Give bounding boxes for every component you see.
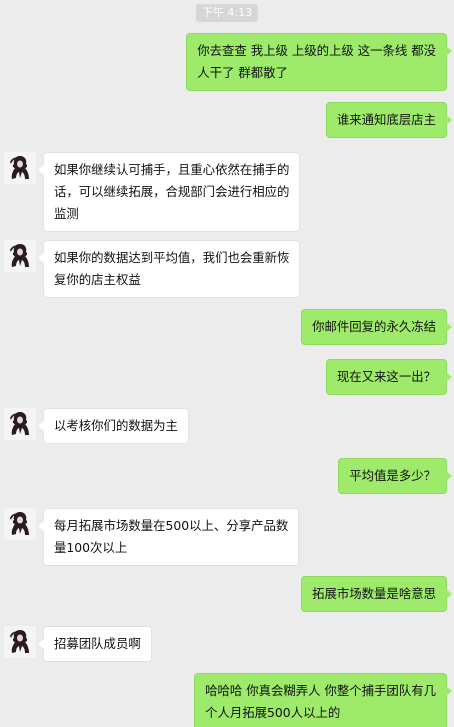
message-bubble[interactable]: 如果你继续认可捕手，且重心依然在捕手的 话，可以继续拓展，合规部门会进行相应的 监测 bbox=[37, 152, 301, 232]
message-text-line: 每月拓展市场数量在500以上、分享产品数 bbox=[54, 518, 289, 533]
message-bubble[interactable]: 现在又来这一出？ bbox=[325, 359, 453, 395]
message-text-line: 哈哈哈 你真会糊弄人 你整个捕手团队有几 bbox=[205, 683, 436, 698]
message-bubble[interactable]: 如果你的数据达到平均值，我们也会重新恢 复你的店主权益 bbox=[37, 240, 301, 298]
message-text-line: 如果你的数据达到平均值，我们也会重新恢 bbox=[54, 250, 290, 265]
message-bubble[interactable]: 你邮件回复的永久冻结 bbox=[301, 309, 452, 345]
contact-avatar[interactable] bbox=[4, 508, 36, 540]
message-bubble[interactable]: 每月拓展市场数量在500以上、分享产品数 量100次以上 bbox=[37, 508, 300, 566]
message-text-line: 人干了 群都散了 bbox=[197, 65, 288, 80]
message-text-line: 监测 bbox=[54, 206, 79, 221]
message-text-line: 话，可以继续拓展，合规部门会进行相应的 bbox=[54, 184, 290, 199]
message-bubble[interactable]: 拓展市场数量是啥意思 bbox=[301, 576, 452, 612]
message-bubble[interactable]: 招募团队成员啊 bbox=[38, 626, 152, 662]
contact-avatar[interactable] bbox=[4, 240, 36, 272]
message-text-line: 招募团队成员啊 bbox=[54, 636, 141, 651]
message-text-line: 拓展市场数量是啥意思 bbox=[312, 586, 436, 601]
message-text-line: 个人月拓展500人以上的 bbox=[205, 705, 341, 720]
chat-window: 下午 4:13 你去查查 我上级 上级的上级 这一条线 都没 人干了 群都散了谁来… bbox=[0, 0, 454, 727]
message-text-line: 平均值是多少？ bbox=[349, 468, 436, 483]
message-text-line: 复你的店主权益 bbox=[54, 272, 141, 287]
message-text-line: 以考核你们的数据为主 bbox=[54, 418, 178, 433]
timestamp: 下午 4:13 bbox=[195, 4, 259, 22]
message-bubble[interactable]: 你去查查 我上级 上级的上级 这一条线 都没 人干了 群都散了 bbox=[186, 33, 452, 91]
message-text-line: 谁来通知底层店主 bbox=[336, 112, 436, 127]
message-text-line: 你邮件回复的永久冻结 bbox=[312, 319, 436, 334]
message-bubble[interactable]: 哈哈哈 你真会糊弄人 你整个捕手团队有几 个人月拓展500人以上的 bbox=[194, 673, 452, 727]
message-bubble[interactable]: 谁来通知底层店主 bbox=[325, 102, 453, 138]
contact-avatar[interactable] bbox=[4, 408, 36, 440]
message-bubble[interactable]: 以考核你们的数据为主 bbox=[38, 408, 189, 444]
message-bubble[interactable]: 平均值是多少？ bbox=[338, 458, 452, 494]
message-text-line: 你去查查 我上级 上级的上级 这一条线 都没 bbox=[197, 43, 436, 58]
message-text-line: 现在又来这一出？ bbox=[336, 369, 436, 384]
contact-avatar[interactable] bbox=[4, 152, 36, 184]
contact-avatar[interactable] bbox=[4, 626, 36, 658]
message-text-line: 如果你继续认可捕手，且重心依然在捕手的 bbox=[54, 162, 290, 177]
message-text-line: 量100次以上 bbox=[54, 540, 128, 555]
